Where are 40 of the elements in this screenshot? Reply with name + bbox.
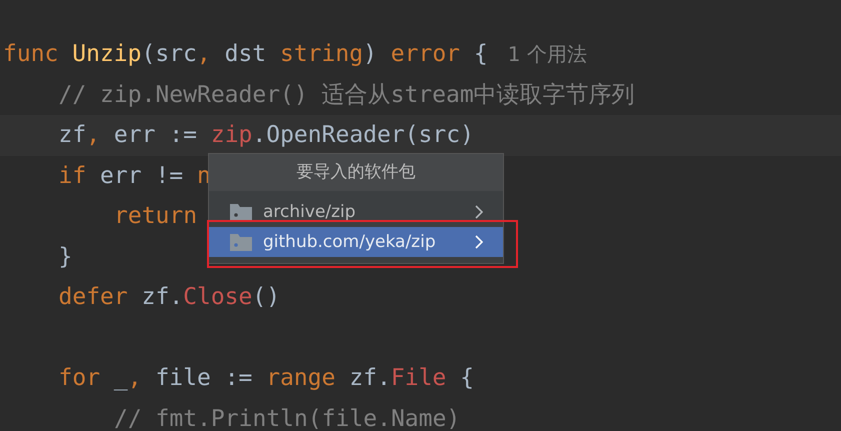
code-keyword: range <box>266 364 336 392</box>
code-keyword: func <box>3 40 60 68</box>
code-text: zf. <box>142 283 184 312</box>
code-keyword: , <box>86 121 102 150</box>
package-name: Close <box>183 283 252 312</box>
code-text: zf. <box>349 364 391 392</box>
code-text: { <box>472 40 488 68</box>
code-text: .OpenReader(src) <box>252 121 474 150</box>
code-comment: // zip.NewReader() 适合从stream中读取字节序列 <box>58 80 635 109</box>
code-keyword: for <box>58 364 102 392</box>
code-text: zf <box>58 121 86 150</box>
code-keyword: return <box>114 202 198 230</box>
chevron-icon <box>475 235 483 249</box>
code-comment: // fmt.Println(file.Name) <box>114 404 460 431</box>
package-name: zip <box>210 121 252 150</box>
code-keyword: string <box>280 40 364 68</box>
folder-icon <box>230 203 252 221</box>
code-text: (src <box>142 40 197 68</box>
package-name: File <box>390 364 446 392</box>
code-keyword: defer <box>58 283 129 312</box>
code-text: err != <box>100 162 184 190</box>
folder-icon <box>230 233 252 251</box>
code-text: { <box>459 364 474 392</box>
function-name: Unzip <box>72 40 142 68</box>
package-option[interactable]: archive/zip <box>209 197 503 227</box>
code-text: dst <box>224 40 268 68</box>
code-keyword: error <box>390 40 460 68</box>
popup-title: 要导入的软件包 <box>209 154 503 191</box>
code-text: } <box>58 242 72 271</box>
code-text: _ <box>114 364 128 392</box>
code-keyword: , <box>128 364 143 392</box>
usage-hint[interactable]: 1 个用法 <box>508 40 587 68</box>
code-text: err := <box>114 121 198 150</box>
code-text: ) <box>363 40 378 68</box>
code-keyword: if <box>58 162 88 190</box>
code-keyword: , <box>196 40 212 68</box>
code-text: () <box>252 283 280 312</box>
chevron-icon <box>475 205 483 219</box>
package-option[interactable]: github.com/yeka/zip <box>209 227 503 257</box>
code-text: file := <box>155 364 254 392</box>
